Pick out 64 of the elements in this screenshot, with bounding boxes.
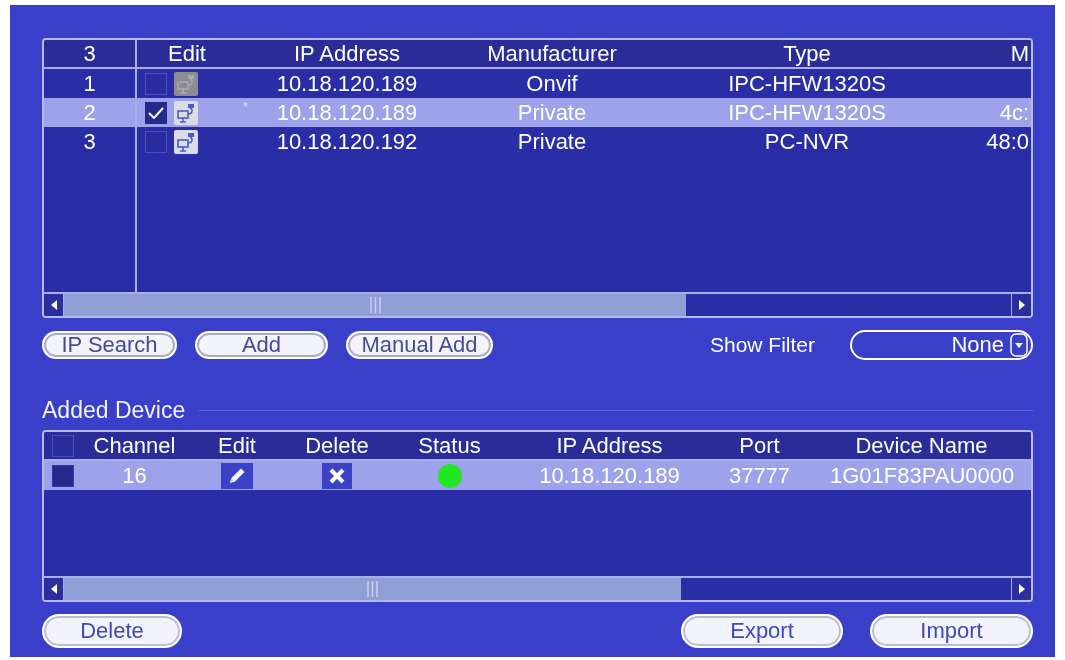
table-cell-text: 1G01F83PAU0000 — [829, 462, 1016, 489]
action-button[interactable]: Manual Add — [346, 331, 493, 359]
scrollbar-thumb[interactable] — [64, 578, 681, 600]
left-triangle-icon — [50, 584, 57, 594]
action-button[interactable]: Delete — [42, 614, 182, 648]
scroll-left-button[interactable] — [44, 578, 64, 600]
checkbox[interactable] — [145, 130, 167, 153]
table-cell-text: 37777 — [727, 462, 792, 489]
table-cell-text: 10.18.120.192 — [275, 128, 419, 155]
action-button[interactable]: Export — [681, 614, 843, 648]
grip-icon — [367, 581, 378, 597]
column-header: Edit — [217, 432, 257, 459]
column-header: Type — [782, 40, 832, 67]
column-header: Device Name — [854, 432, 989, 459]
table-cell-text: PC-NVR — [763, 128, 851, 155]
column-header: IP Address — [555, 432, 664, 459]
filter-label: Show Filter — [709, 333, 815, 357]
right-triangle-icon — [1018, 300, 1025, 310]
checkbox[interactable] — [52, 464, 74, 487]
column-header: Status — [417, 432, 482, 459]
table-cell-text: 10.18.120.189 — [275, 70, 419, 97]
column-header: 3 — [44, 40, 137, 67]
column-header: Channel — [92, 432, 177, 459]
row-marker: * — [242, 99, 250, 114]
scroll-left-button[interactable] — [44, 294, 64, 316]
column-header: Delete — [304, 432, 370, 459]
table-cell-text: IPC-HFW1320S — [727, 70, 887, 97]
table-cell-text: Private — [516, 128, 588, 155]
table-cell-text: 4c: — [998, 99, 1030, 126]
monitor-icon[interactable] — [174, 129, 198, 154]
column-header: Port — [738, 432, 781, 459]
table-cell-text: 16 — [121, 462, 148, 489]
monitor-icon[interactable] — [174, 100, 198, 125]
pencil-icon[interactable] — [221, 462, 253, 489]
action-button[interactable]: Import — [870, 614, 1033, 648]
right-triangle-icon — [1018, 584, 1025, 594]
table-cell: 3 — [44, 127, 137, 156]
checkbox[interactable] — [52, 434, 74, 457]
column-header: Edit — [167, 40, 207, 67]
x-mark-icon[interactable] — [322, 462, 352, 489]
table-cell-text: Private — [516, 99, 588, 126]
action-button[interactable]: Add — [195, 331, 328, 359]
check-icon — [148, 106, 164, 119]
column-header: IP Address — [293, 40, 401, 67]
scrollbar[interactable] — [44, 576, 1031, 600]
action-button[interactable]: IP Search — [42, 331, 177, 359]
left-triangle-icon — [50, 300, 57, 310]
scrollbar[interactable] — [44, 292, 1031, 316]
column-header: Manufacturer — [486, 40, 618, 67]
scrollbar-thumb[interactable] — [64, 294, 686, 316]
grip-icon — [369, 297, 381, 313]
column-header: M — [1009, 40, 1030, 67]
section-title: Added Device — [42, 396, 186, 424]
table-cell-text: 10.18.120.189 — [538, 462, 681, 489]
filter-dropdown[interactable]: None — [850, 330, 1033, 360]
table-cell-text: 10.18.120.189 — [275, 99, 419, 126]
caret-icon — [1010, 333, 1028, 357]
scroll-right-button[interactable] — [1011, 578, 1031, 600]
scroll-right-button[interactable] — [1011, 294, 1031, 316]
table-cell-text: Onvif — [525, 70, 579, 97]
checkbox[interactable] — [145, 72, 167, 95]
table-cell-text: IPC-HFW1320S — [727, 99, 887, 126]
table-cell-text: 48:0 — [985, 128, 1030, 155]
checkbox[interactable] — [145, 101, 167, 124]
